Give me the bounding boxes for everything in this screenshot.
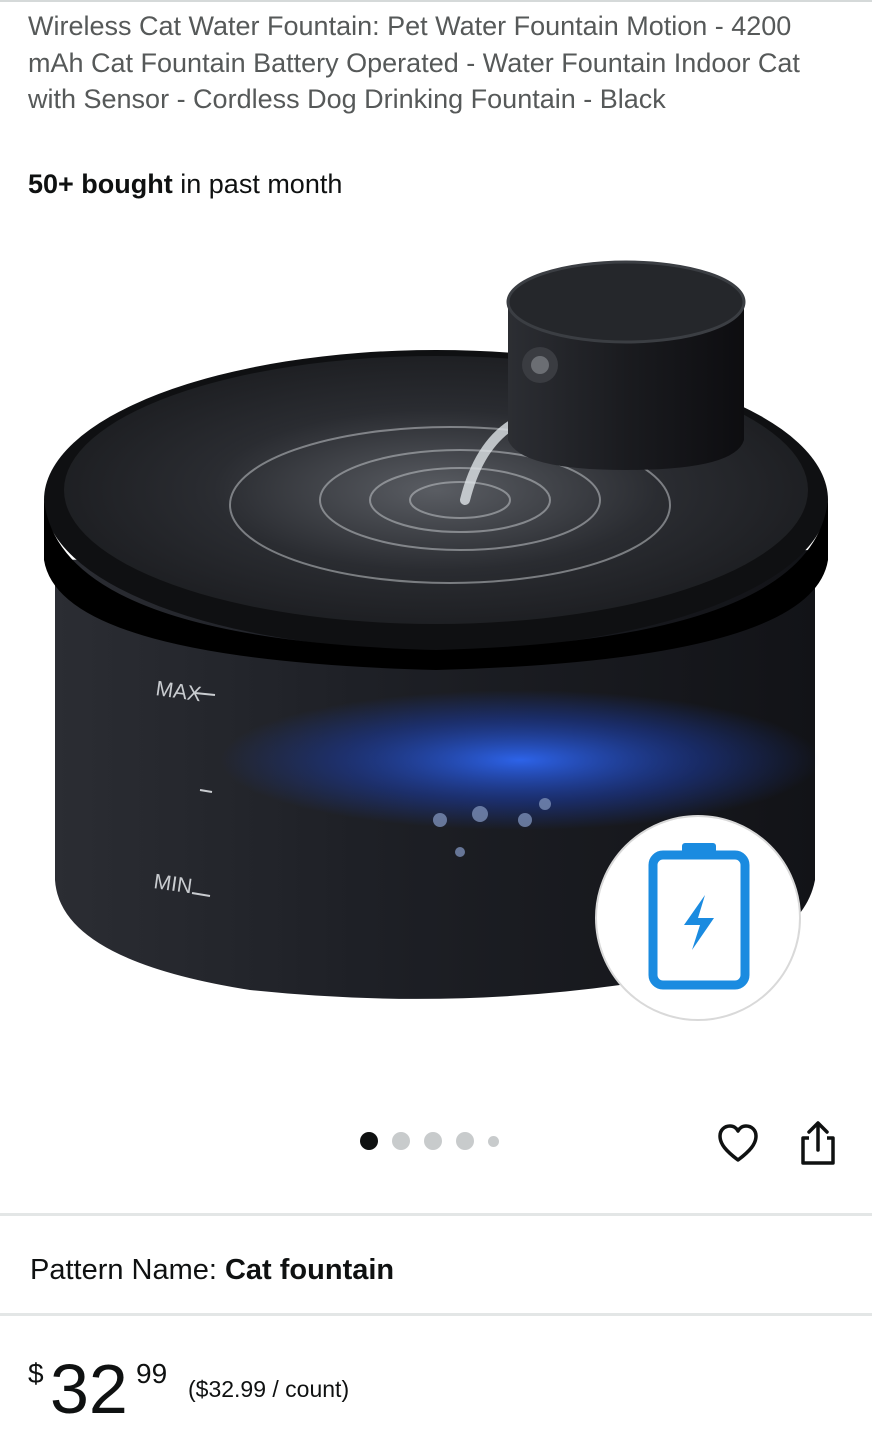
- carousel-dot-3[interactable]: [424, 1132, 442, 1150]
- product-title: Wireless Cat Water Fountain: Pet Water F…: [28, 11, 800, 114]
- price-whole: 32: [50, 1350, 128, 1428]
- share-icon: [801, 1121, 835, 1165]
- price-per-unit: ($32.99 / count): [188, 1376, 350, 1402]
- price-currency-symbol: $: [28, 1358, 44, 1389]
- variation-value: Cat fountain: [224, 1254, 395, 1286]
- share-button[interactable]: [792, 1117, 844, 1169]
- bought-count: 50+ bought: [28, 169, 173, 199]
- section-divider: [0, 1313, 872, 1316]
- section-divider: [0, 1213, 872, 1216]
- battery-bolt-icon: [595, 815, 801, 1021]
- carousel-dot-1[interactable]: [360, 1132, 378, 1150]
- variation-selector[interactable]: Pattern Name: Cat fountain: [30, 1250, 394, 1290]
- variation-label: Pattern Name:: [30, 1254, 217, 1286]
- carousel-dot-2[interactable]: [392, 1132, 410, 1150]
- product-image[interactable]: MAX MIN: [0, 220, 872, 1120]
- wishlist-button[interactable]: [712, 1117, 764, 1169]
- price-fraction: 99: [136, 1358, 168, 1389]
- top-divider: [0, 0, 872, 2]
- carousel-dot-4[interactable]: [456, 1132, 474, 1150]
- bought-suffix: in past month: [172, 169, 343, 199]
- price-block: $ 32 99 ($32.99 / count): [28, 1352, 628, 1432]
- heart-icon: [718, 1124, 758, 1162]
- carousel-dot-5[interactable]: [488, 1135, 499, 1147]
- bought-in-past-month: 50+ bought in past month: [28, 166, 342, 202]
- image-carousel-dots: [360, 1132, 499, 1150]
